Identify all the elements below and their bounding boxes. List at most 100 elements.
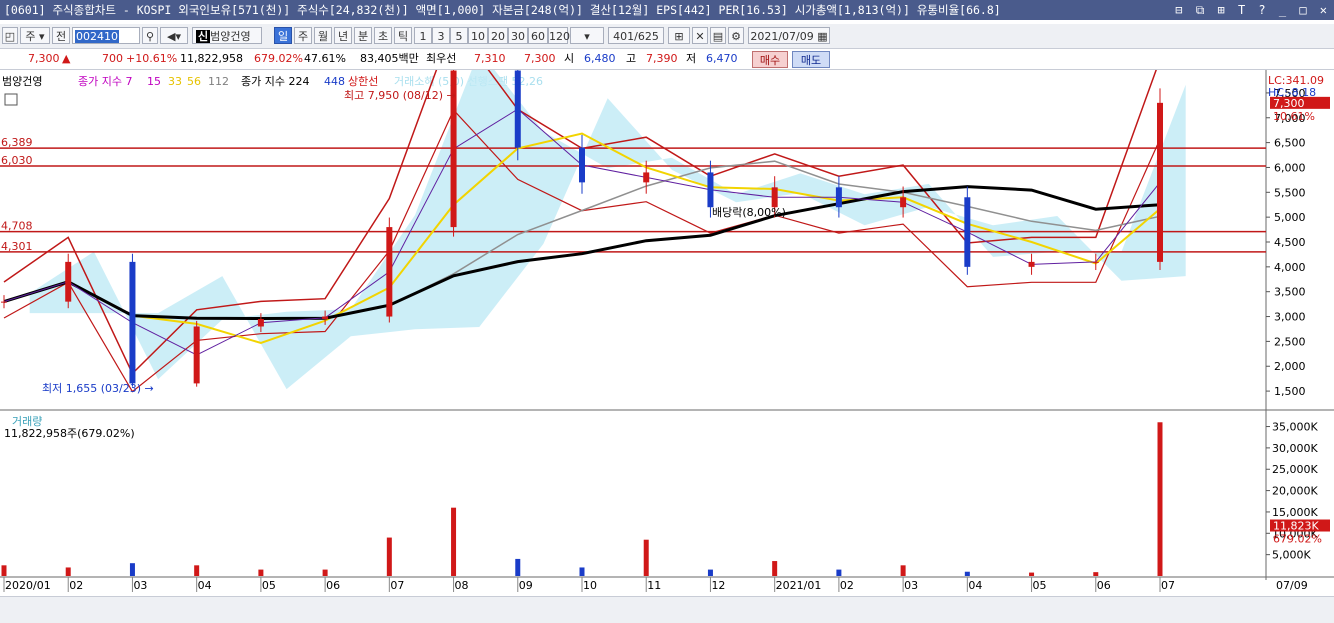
interval-60[interactable]: 60: [528, 27, 548, 44]
volume-bar-16: [1029, 572, 1035, 576]
bottom-toolbar: [0, 596, 1334, 623]
y-tick-label-9: 6,000: [1274, 161, 1306, 174]
x-tick-label-5: 06: [326, 579, 340, 592]
y-tick-label-0: 1,500: [1274, 385, 1306, 398]
current-volume-pct: 679.02%: [1273, 533, 1322, 546]
code-input[interactable]: 002410 ▾: [72, 27, 140, 44]
volume-bar-2: [129, 563, 135, 576]
chart-settings-icon[interactable]: ◰: [2, 27, 18, 44]
candle-body-3: [193, 326, 200, 384]
candle-body-16: [1028, 261, 1035, 267]
prev-button[interactable]: 전: [52, 27, 70, 44]
annotation-dividend: 배당락(8,00%): [712, 206, 786, 219]
period-month[interactable]: 월: [314, 27, 332, 44]
x-tick-label-15: 04: [968, 579, 982, 592]
window-controls[interactable]: ⊟ ⧉ ⊞ T ? _ □ ✕: [1175, 0, 1330, 20]
period-day[interactable]: 일: [274, 27, 292, 44]
display-icon[interactable]: ▤: [710, 27, 726, 44]
window-title: [0601] 주식종합차트 - KOSPI 외국인보유[571(천)] 주식수[…: [4, 3, 1001, 17]
vol-tick-label-5: 30,000K: [1272, 442, 1318, 455]
vol-tick-label-6: 35,000K: [1272, 421, 1318, 434]
crosshair-icon[interactable]: ✕: [692, 27, 708, 44]
interval-30[interactable]: 30: [508, 27, 528, 44]
volume-bar-17: [1093, 572, 1099, 576]
volume-subtitle: 11,822,958주(679.02%): [4, 427, 135, 440]
speaker-icon[interactable]: ◀▾: [160, 27, 188, 44]
x-tick-label-4: 05: [262, 579, 276, 592]
legend-upper: 상한선: [348, 75, 378, 88]
volume-bar-4: [258, 569, 264, 576]
count-display[interactable]: 401/625: [608, 27, 664, 44]
interval-20[interactable]: 20: [488, 27, 508, 44]
period-year[interactable]: 년: [334, 27, 352, 44]
buy-button[interactable]: 매수: [752, 51, 788, 68]
volume-ratio: 679.02%: [254, 52, 303, 65]
period-second[interactable]: 초: [374, 27, 392, 44]
search-icon[interactable]: ⚲: [142, 27, 158, 44]
x-tick-label-6: 07: [390, 579, 404, 592]
candle-body-18: [1157, 102, 1163, 262]
stock-chart[interactable]: 범양건영종가 지수 7153356112종가 지수 224448상한선거래소해 …: [0, 70, 1334, 596]
candle-body-9: [579, 147, 585, 183]
hline-label-0: 6,389: [1, 136, 33, 149]
sell-button[interactable]: 매도: [792, 51, 830, 68]
volume-bar-15: [964, 571, 970, 576]
quote-bar: 7,300 ▲ 700 +10.61% 11,822,958 679.02% 4…: [0, 49, 1334, 70]
low-label: 저: [686, 52, 697, 65]
legend-ma112: 112: [208, 75, 229, 88]
candle-body-5: [322, 316, 329, 320]
turnover: 47.61%: [304, 52, 346, 65]
y-tick-label-10: 6,500: [1274, 137, 1306, 150]
current-price-label: 7,300: [1273, 97, 1305, 110]
volume: 11,822,958: [180, 52, 243, 65]
high-price: 7,390: [646, 52, 678, 65]
y-tick-label-5: 4,000: [1274, 261, 1306, 274]
volume-bar-3: [194, 565, 200, 576]
candle-body-12: [771, 187, 778, 208]
interval-custom[interactable]: ▾: [570, 27, 604, 44]
y-tick-label-8: 5,500: [1274, 186, 1306, 199]
y-tick-label-7: 5,000: [1274, 211, 1306, 224]
amount: 83,405백만: [360, 52, 419, 65]
ask-price: 7,310: [474, 52, 506, 65]
x-tick-label-7: 08: [455, 579, 469, 592]
legend-ma224: 종가 지수 224: [241, 75, 309, 88]
volume-bar-9: [579, 567, 585, 576]
zoom-icon[interactable]: ⊞: [668, 27, 690, 44]
legend-ma33: 33: [168, 75, 182, 88]
interval-120[interactable]: 120: [548, 27, 570, 44]
candle-body-4: [257, 319, 264, 327]
volume-bar-0: [1, 565, 7, 576]
interval-3[interactable]: 3: [432, 27, 450, 44]
vol-tick-label-3: 20,000K: [1272, 485, 1318, 498]
mode-select[interactable]: 주 ▾: [20, 27, 50, 44]
date-input[interactable]: 2021/07/09 ▦: [748, 27, 830, 44]
x-tick-label-9: 10: [583, 579, 597, 592]
volume-bar-18: [1157, 422, 1163, 576]
gear-icon[interactable]: ⚙: [728, 27, 744, 44]
period-week[interactable]: 주: [294, 27, 312, 44]
up-arrow-icon: ▲: [62, 52, 71, 65]
y-tick-label-3: 3,000: [1274, 311, 1306, 324]
high-label: 고: [626, 52, 637, 65]
interval-10[interactable]: 10: [468, 27, 488, 44]
legend-stock: 범양건영: [2, 75, 42, 88]
price: 7,300: [28, 52, 60, 65]
stock-name: 신 범양건영: [192, 27, 262, 44]
period-tick[interactable]: 틱: [394, 27, 412, 44]
candle-body-10: [643, 172, 650, 183]
annotation-high: 최고 7,950 (08/12) →: [344, 89, 456, 102]
y-tick-label-4: 3,500: [1274, 286, 1306, 299]
x-tick-label-16: 05: [1033, 579, 1047, 592]
volume-bar-1: [65, 567, 71, 576]
candle-body-15: [964, 197, 971, 267]
interval-1[interactable]: 1: [414, 27, 432, 44]
x-tick-label-2: 03: [133, 579, 147, 592]
candle-body-13: [835, 187, 842, 208]
period-minute[interactable]: 분: [354, 27, 372, 44]
interval-5[interactable]: 5: [450, 27, 468, 44]
title-bar: [0601] 주식종합차트 - KOSPI 외국인보유[571(천)] 주식수[…: [0, 0, 1334, 20]
annotation-low: 최저 1,655 (03/23) →: [42, 382, 154, 395]
open-price: 6,480: [584, 52, 616, 65]
volume-bar-8: [515, 558, 521, 576]
